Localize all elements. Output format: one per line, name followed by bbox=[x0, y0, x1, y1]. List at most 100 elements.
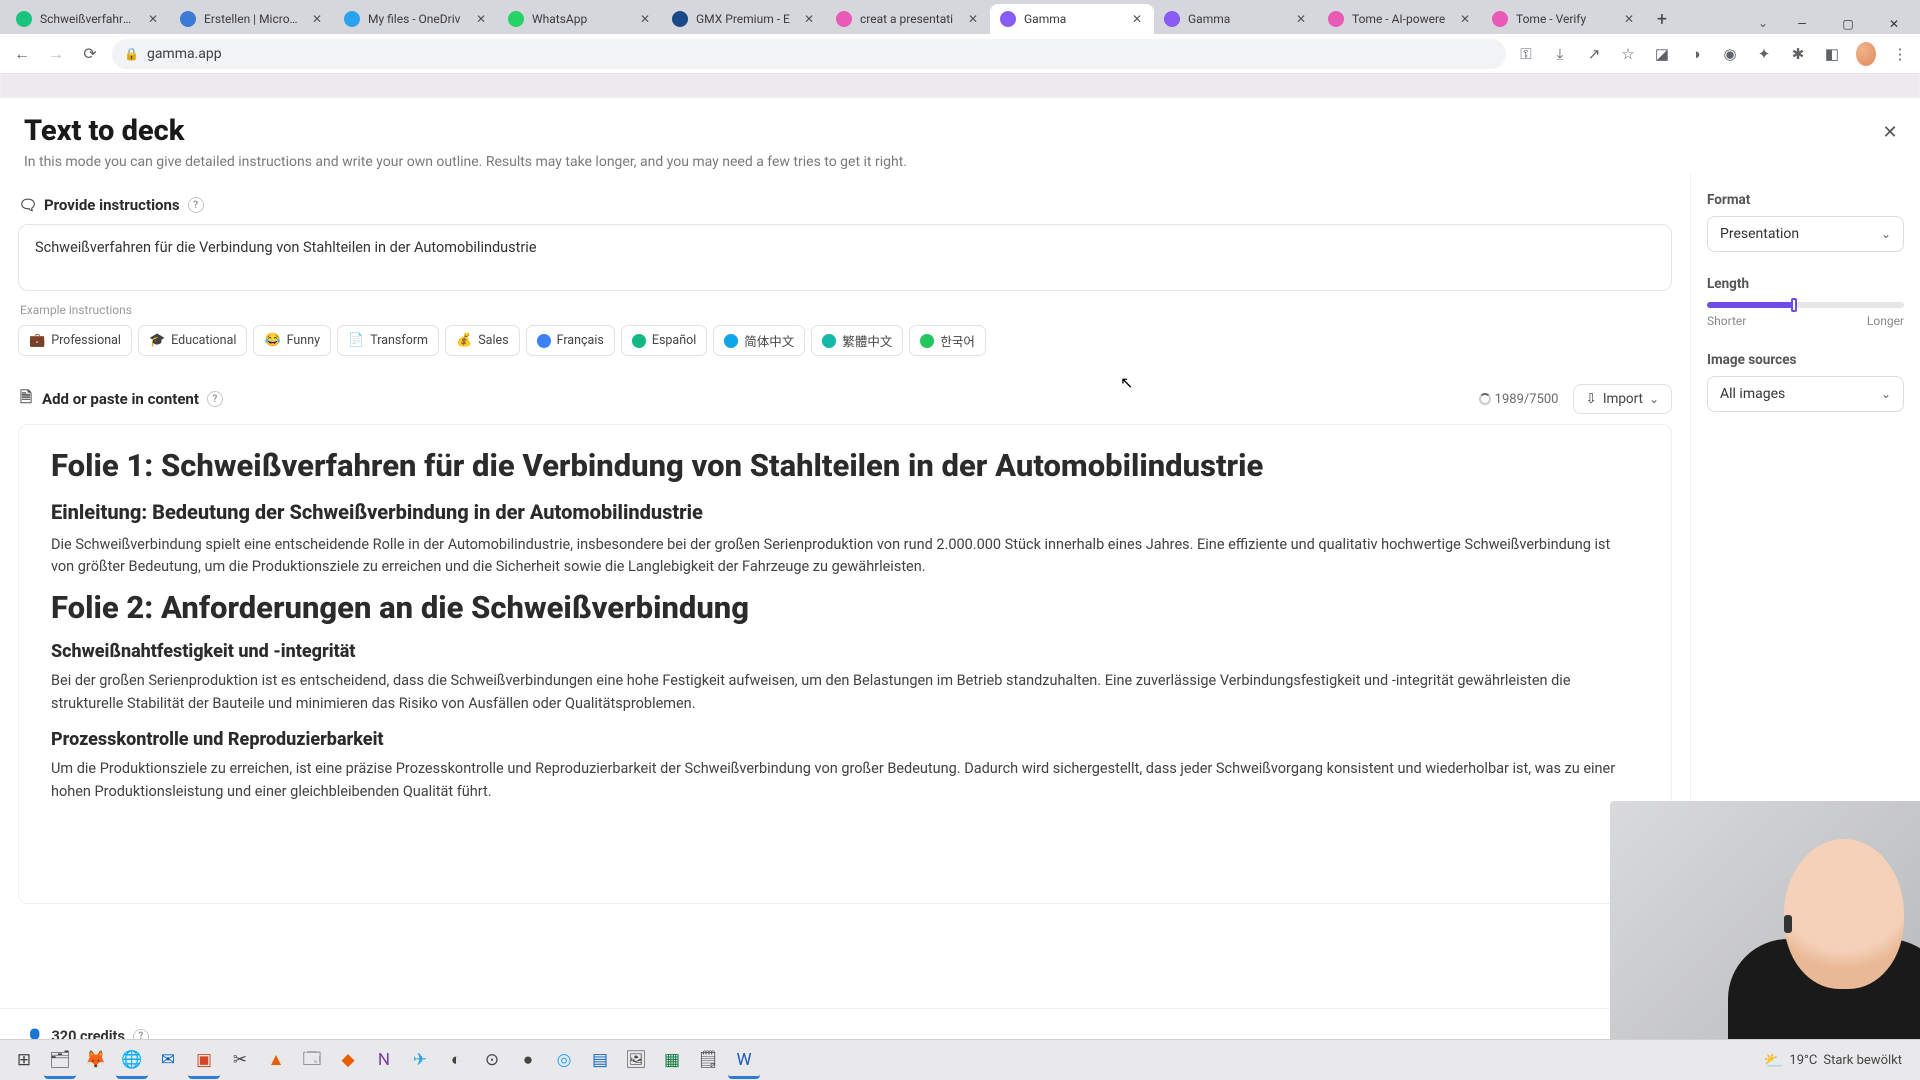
close-tab-button[interactable]: ✕ bbox=[1292, 10, 1310, 28]
help-icon[interactable]: ? bbox=[188, 197, 204, 213]
browser-tab[interactable]: Schweißverfahren ✕ bbox=[6, 4, 170, 34]
powerpoint-icon[interactable]: ▣ bbox=[188, 1041, 220, 1079]
reload-button[interactable]: ⟳ bbox=[78, 42, 102, 66]
close-tab-button[interactable]: ✕ bbox=[1620, 10, 1638, 28]
browser-tab[interactable]: Gamma✕ bbox=[1154, 4, 1318, 34]
snip-icon[interactable]: ✂ bbox=[224, 1044, 256, 1076]
close-tab-button[interactable]: ✕ bbox=[800, 10, 818, 28]
extension-icon-4[interactable]: ✦ bbox=[1754, 45, 1774, 63]
browser-tab[interactable]: Erstellen | Microsc✕ bbox=[170, 4, 334, 34]
example-chip[interactable]: 🎓Educational bbox=[138, 325, 247, 356]
tab-title: WhatsApp bbox=[532, 12, 628, 26]
app-icon-4[interactable]: ⊙ bbox=[476, 1044, 508, 1076]
example-chip[interactable]: Français bbox=[526, 325, 615, 356]
example-chip[interactable]: 💰Sales bbox=[445, 325, 520, 356]
weather-icon: ⛅ bbox=[1763, 1051, 1783, 1070]
close-tab-button[interactable]: ✕ bbox=[472, 10, 490, 28]
browser-tab[interactable]: My files - OneDriv✕ bbox=[334, 4, 498, 34]
vlc-icon[interactable]: ▲ bbox=[260, 1044, 292, 1076]
url-input[interactable]: 🔒 gamma.app bbox=[112, 39, 1506, 69]
menu-icon[interactable]: ⋮ bbox=[1890, 45, 1910, 63]
bookmark-icon[interactable]: ☆ bbox=[1618, 45, 1638, 63]
length-slider[interactable] bbox=[1707, 302, 1904, 308]
key-icon[interactable]: ⚿ bbox=[1516, 45, 1536, 63]
favicon bbox=[344, 11, 360, 27]
install-icon[interactable]: ⤓ bbox=[1550, 45, 1570, 63]
close-modal-button[interactable]: ✕ bbox=[1876, 118, 1904, 146]
length-label: Length bbox=[1707, 276, 1904, 292]
app-icon-1[interactable]: 🗔 bbox=[296, 1044, 328, 1076]
format-select[interactable]: Presentation ⌄ bbox=[1707, 216, 1904, 252]
tab-title: creat a presentati bbox=[860, 12, 956, 26]
image-sources-select[interactable]: All images ⌄ bbox=[1707, 376, 1904, 412]
minimize-button[interactable]: — bbox=[1780, 17, 1824, 33]
back-button[interactable]: ← bbox=[10, 42, 34, 66]
close-tab-button[interactable]: ✕ bbox=[308, 10, 326, 28]
maximize-button[interactable]: ▢ bbox=[1826, 17, 1870, 33]
extension-icon-1[interactable]: ◪ bbox=[1652, 45, 1672, 63]
onenote-icon[interactable]: N bbox=[368, 1044, 400, 1076]
start-button[interactable]: ⊞ bbox=[8, 1044, 40, 1076]
favicon bbox=[1492, 11, 1508, 27]
app-icon-7[interactable]: ▤ bbox=[584, 1044, 616, 1076]
example-chip[interactable]: 😂Funny bbox=[253, 325, 331, 356]
extensions-menu-icon[interactable]: ✱ bbox=[1788, 45, 1808, 63]
telegram-icon[interactable]: ✈ bbox=[404, 1044, 436, 1076]
content-editor[interactable]: Folie 1: Schweißverfahren für die Verbin… bbox=[27, 443, 1645, 879]
chip-label: Transform bbox=[370, 333, 428, 348]
notepad-icon[interactable]: 🗒 bbox=[692, 1044, 724, 1076]
close-window-button[interactable]: ✕ bbox=[1872, 17, 1916, 33]
profile-avatar[interactable] bbox=[1856, 42, 1876, 66]
example-chip[interactable]: 한국어 bbox=[909, 325, 986, 356]
example-chip[interactable]: 💼Professional bbox=[18, 325, 132, 356]
app-icon-2[interactable]: ◆ bbox=[332, 1044, 364, 1076]
chip-emoji: 😂 bbox=[264, 333, 280, 348]
example-chip[interactable]: 繁體中文 bbox=[811, 325, 903, 356]
favicon bbox=[672, 11, 688, 27]
chrome-icon[interactable]: 🌐 bbox=[116, 1041, 148, 1079]
browser-tab[interactable]: GMX Premium - E✕ bbox=[662, 4, 826, 34]
browser-tab[interactable]: Tome - AI-powere✕ bbox=[1318, 4, 1482, 34]
share-icon[interactable]: ↗ bbox=[1584, 45, 1604, 63]
close-tab-button[interactable]: ✕ bbox=[964, 10, 982, 28]
content-editor-wrap: Folie 1: Schweißverfahren für die Verbin… bbox=[18, 424, 1672, 904]
excel-icon[interactable]: ▦ bbox=[656, 1044, 688, 1076]
example-chip[interactable]: 📄Transform bbox=[337, 325, 439, 356]
help-icon[interactable]: ? bbox=[207, 391, 223, 407]
picture-in-picture-overlay[interactable] bbox=[1610, 801, 1920, 1039]
extension-icon-2[interactable]: ◑ bbox=[1686, 45, 1706, 63]
outlook-icon[interactable]: ✉ bbox=[152, 1044, 184, 1076]
slider-thumb[interactable] bbox=[1791, 298, 1797, 312]
instructions-heading: 🗨 Provide instructions ? bbox=[20, 196, 1672, 214]
app-icon-5[interactable]: ● bbox=[512, 1044, 544, 1076]
close-tab-button[interactable]: ✕ bbox=[144, 10, 162, 28]
forward-button[interactable]: → bbox=[44, 42, 68, 66]
app-icon-3[interactable]: ◐ bbox=[440, 1044, 472, 1076]
spinner-icon bbox=[1479, 393, 1491, 405]
import-button[interactable]: ⇩ Import ⌄ bbox=[1573, 384, 1673, 414]
browser-tab[interactable]: Gamma✕ bbox=[990, 4, 1154, 34]
browser-tab[interactable]: creat a presentati ✕ bbox=[826, 4, 990, 34]
instructions-textarea[interactable]: Schweißverfahren für die Verbindung von … bbox=[18, 224, 1672, 291]
new-tab-button[interactable]: + bbox=[1646, 9, 1678, 34]
extension-icon-3[interactable]: ◉ bbox=[1720, 45, 1740, 63]
firefox-icon[interactable]: 🦊 bbox=[80, 1044, 112, 1076]
close-tab-button[interactable]: ✕ bbox=[636, 10, 654, 28]
sidepanel-icon[interactable]: ◧ bbox=[1822, 45, 1842, 63]
browser-tab[interactable]: Tome - Verify✕ bbox=[1482, 4, 1646, 34]
example-chip[interactable]: Español bbox=[621, 325, 707, 356]
close-tab-button[interactable]: ✕ bbox=[1128, 10, 1146, 28]
file-explorer-icon[interactable]: 🗂 bbox=[44, 1041, 76, 1079]
tab-title: Schweißverfahren bbox=[40, 12, 136, 26]
weather-widget[interactable]: ⛅ 19°C Stark bewölkt bbox=[1763, 1051, 1902, 1070]
close-tab-button[interactable]: ✕ bbox=[1456, 10, 1474, 28]
app-icon-6[interactable]: ◎ bbox=[548, 1044, 580, 1076]
tab-search-dropdown[interactable]: ⌄ bbox=[1748, 16, 1778, 34]
browser-tab[interactable]: WhatsApp ✕ bbox=[498, 4, 662, 34]
example-chip[interactable]: 简体中文 bbox=[713, 325, 805, 356]
char-count-text: 1989/7500 bbox=[1495, 392, 1559, 407]
chip-label: Sales bbox=[478, 333, 508, 348]
app-icon-8[interactable]: 🖼 bbox=[620, 1044, 652, 1076]
chip-label: Français bbox=[557, 333, 604, 348]
word-icon[interactable]: W bbox=[728, 1041, 760, 1079]
